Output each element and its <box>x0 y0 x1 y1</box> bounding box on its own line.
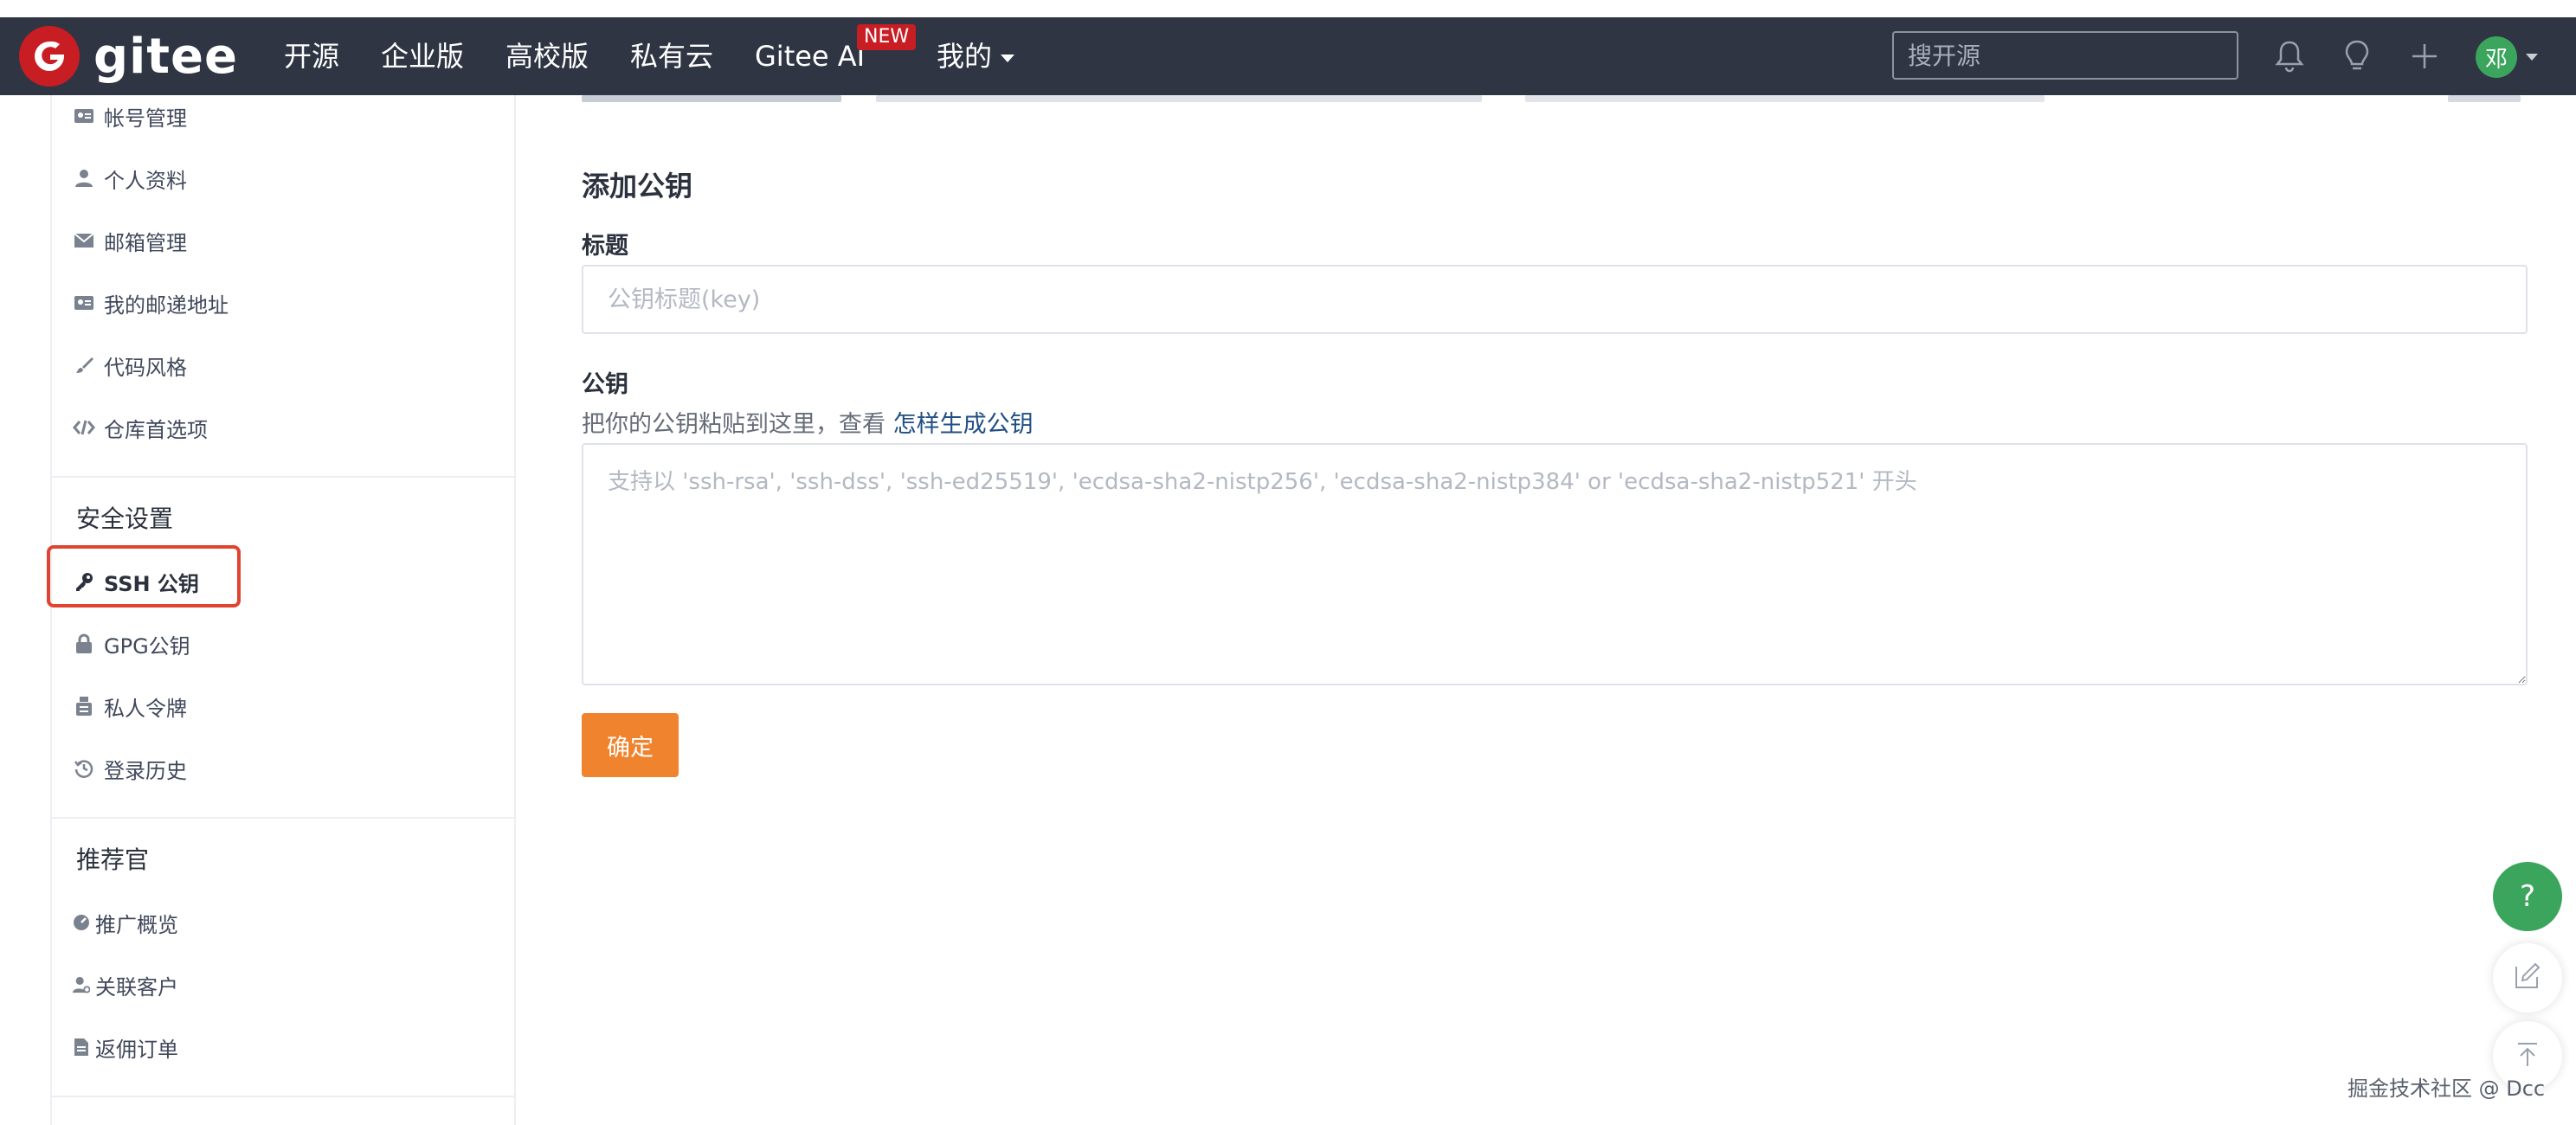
remnant-line <box>876 95 1482 102</box>
nav-enterprise[interactable]: 企业版 <box>381 38 464 74</box>
dashboard-icon <box>73 911 90 934</box>
token-icon <box>73 695 95 717</box>
sidebar-item-label: 代码风格 <box>104 355 187 380</box>
arrow-up-icon <box>2513 1039 2542 1072</box>
nav-education[interactable]: 高校版 <box>506 38 589 74</box>
plus-icon[interactable] <box>2403 35 2446 78</box>
key-label: 公钥 <box>582 371 628 398</box>
edit-icon <box>2513 961 2542 994</box>
sidebar-section-security: 安全设置 <box>76 505 174 533</box>
sidebar-item-label: GPG公钥 <box>104 633 190 659</box>
sidebar-item-label: 个人资料 <box>104 168 187 193</box>
sidebar-item-label: 返佣订单 <box>95 1037 178 1062</box>
sidebar-item-address[interactable]: 我的邮递地址 <box>73 286 229 320</box>
key-hint-text: 把你的公钥粘贴到这里，查看 <box>582 411 886 438</box>
remnant-button <box>2448 95 2521 102</box>
sidebar-item-email[interactable]: 邮箱管理 <box>73 223 187 258</box>
new-badge: NEW <box>857 24 917 50</box>
nav-mine-dropdown[interactable]: 我的 <box>937 38 1015 74</box>
sidebar-item-label: 关联客户 <box>95 974 178 1000</box>
nav-gitee-ai[interactable]: Gitee AI <box>755 38 865 74</box>
sidebar-item-label: 我的邮递地址 <box>104 292 229 318</box>
public-key-textarea[interactable] <box>582 443 2528 685</box>
search-input[interactable] <box>1892 31 2238 80</box>
sidebar-item-commission-orders[interactable]: 返佣订单 <box>73 1030 178 1064</box>
sidebar-item-label: 仓库首选项 <box>104 417 208 442</box>
address-card-icon <box>73 292 95 314</box>
page-title: 添加公钥 <box>582 170 693 202</box>
sidebar-section-recommender: 推荐官 <box>76 845 150 874</box>
key-hint: 把你的公钥粘贴到这里，查看 怎样生成公钥 <box>582 405 1034 439</box>
brand-name: gitee <box>93 28 239 85</box>
sidebar-item-label: 私人令牌 <box>104 696 187 721</box>
sidebar-item-label: 推广概览 <box>95 912 178 937</box>
sidebar-item-label: 登录历史 <box>104 758 187 783</box>
settings-sidebar: 帐号管理 个人资料 邮箱管理 我的邮递地址 代码风格 仓库首选项 安全设置 SS… <box>50 95 516 1125</box>
nav-open-source[interactable]: 开源 <box>284 38 339 74</box>
remnant-line <box>582 95 841 102</box>
gitee-logo-icon <box>19 26 80 87</box>
scrolled-content-remnant <box>582 95 2528 106</box>
sidebar-item-repo-prefs[interactable]: 仓库首选项 <box>73 410 208 445</box>
file-icon <box>73 1036 90 1058</box>
top-navbar: gitee 开源 企业版 高校版 私有云 Gitee AI NEW 我的 邓 <box>0 17 2576 95</box>
watermark: 掘金技术社区 @ Dcc <box>2347 1077 2546 1101</box>
sidebar-item-promo-overview[interactable]: 推广概览 <box>73 905 178 940</box>
avatar-chevron-down-icon[interactable] <box>2526 54 2538 61</box>
sidebar-divider <box>52 817 514 819</box>
sidebar-item-account[interactable]: 帐号管理 <box>73 99 187 133</box>
sidebar-divider <box>52 1096 514 1097</box>
user-link-icon <box>73 974 90 996</box>
sidebar-item-code-style[interactable]: 代码风格 <box>73 348 187 382</box>
top-strip <box>0 0 2576 17</box>
how-to-generate-key-link[interactable]: 怎样生成公钥 <box>893 411 1034 438</box>
bell-icon[interactable] <box>2268 35 2311 78</box>
gitee-logo[interactable]: gitee <box>19 26 238 87</box>
sidebar-item-login-history[interactable]: 登录历史 <box>73 751 187 786</box>
help-button[interactable]: ? <box>2493 862 2562 931</box>
code-icon <box>73 416 95 439</box>
history-icon <box>73 757 95 780</box>
key-title-input[interactable] <box>582 265 2528 334</box>
envelope-icon <box>73 229 95 252</box>
user-icon <box>73 167 95 190</box>
sidebar-item-linked-customers[interactable]: 关联客户 <box>73 968 178 1002</box>
chevron-down-icon <box>1001 54 1015 62</box>
sidebar-divider <box>52 476 514 478</box>
paintbrush-icon <box>73 354 95 376</box>
sidebar-item-private-tokens[interactable]: 私人令牌 <box>73 689 187 723</box>
lightbulb-icon[interactable] <box>2335 35 2379 78</box>
id-card-icon <box>73 105 95 127</box>
title-label: 标题 <box>582 233 628 260</box>
sidebar-item-gpg-keys[interactable]: GPG公钥 <box>73 627 190 661</box>
ssh-keys-highlight <box>47 545 241 608</box>
sidebar-item-label: 帐号管理 <box>104 106 187 131</box>
lock-icon <box>73 633 95 655</box>
avatar[interactable]: 邓 <box>2476 36 2517 78</box>
sidebar-item-label: 邮箱管理 <box>104 230 187 255</box>
sidebar-item-profile[interactable]: 个人资料 <box>73 161 187 196</box>
submit-button[interactable]: 确定 <box>582 713 679 777</box>
feedback-button[interactable] <box>2493 943 2562 1012</box>
nav-private-cloud[interactable]: 私有云 <box>630 38 713 74</box>
remnant-line <box>1525 95 2045 102</box>
nav-mine-label: 我的 <box>937 40 993 73</box>
